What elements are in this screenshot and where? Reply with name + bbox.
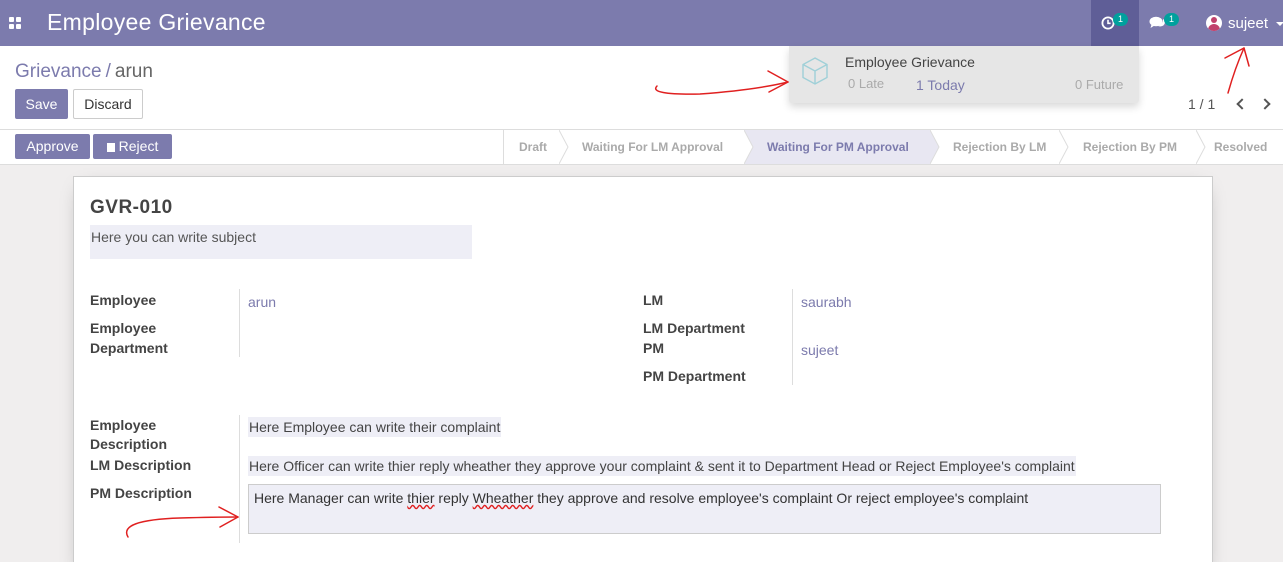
activity-item-title[interactable]: Employee Grievance: [845, 54, 975, 70]
pm-description-text: reply: [434, 490, 473, 506]
cube-icon: [802, 57, 828, 85]
breadcrumb: Grievance / arun: [15, 61, 153, 83]
employee-value[interactable]: arun: [248, 292, 276, 312]
pm-description-text: Here Manager can write: [254, 490, 408, 506]
activity-future-filter[interactable]: 0 Future: [1075, 77, 1123, 92]
form-statusbar: Approve Reject Draft Waiting For LM Appr…: [0, 130, 1283, 165]
breadcrumb-separator: /: [105, 61, 111, 82]
activity-dropdown: Employee Grievance 0 Late 1 Today 0 Futu…: [789, 46, 1139, 103]
archive-icon: [106, 143, 115, 152]
pm-department-label: PM Department: [643, 368, 746, 384]
grievance-reference: GVR-010: [90, 197, 173, 218]
breadcrumb-current: arun: [114, 61, 153, 82]
user-name: sujeet: [1228, 15, 1269, 32]
messages-menu-button[interactable]: 1: [1139, 0, 1195, 46]
activity-late-filter[interactable]: 0 Late: [848, 76, 884, 91]
activity-menu-button[interactable]: 1: [1091, 0, 1139, 46]
discard-button[interactable]: Discard: [73, 89, 143, 119]
stage-pipeline: Draft Waiting For LM Approval Waiting Fo…: [503, 130, 1267, 164]
form-sheet: GVR-010 Here you can write subject Emplo…: [73, 176, 1213, 562]
employee-description-value: Here Employee can write their complaint: [248, 417, 502, 437]
pm-description-misspelled: Wheather: [472, 490, 534, 506]
lm-description-value: Here Officer can write thier reply wheat…: [248, 456, 1076, 476]
employee-description-label-line1: Employee: [90, 417, 157, 433]
subject-field[interactable]: Here you can write subject: [90, 225, 472, 259]
approve-button[interactable]: Approve: [15, 134, 90, 159]
user-avatar-icon: [1206, 15, 1222, 31]
app-title: Employee Grievance: [47, 9, 266, 35]
stage-draft: Draft: [519, 140, 548, 154]
reject-button[interactable]: Reject: [93, 134, 172, 159]
employee-department-label-line1: Employee: [90, 320, 157, 336]
caret-down-icon: [1276, 22, 1283, 26]
stage-waiting-lm-approval: Waiting For LM Approval: [582, 140, 724, 154]
apps-menu-icon[interactable]: [9, 17, 21, 29]
lm-department-label: LM Department: [643, 320, 745, 336]
employee-department-label-line2: Department: [90, 340, 168, 356]
field-divider: [239, 415, 240, 543]
lm-description-label: LM Description: [90, 457, 192, 473]
employee-description-label: Employee Description: [90, 416, 167, 454]
pm-value[interactable]: sujeet: [801, 340, 838, 360]
pm-description-input[interactable]: Here Manager can write thier reply Wheat…: [248, 484, 1161, 534]
activity-today-filter[interactable]: 1 Today: [916, 77, 965, 93]
stage-rejection-by-pm: Rejection By PM: [1083, 140, 1178, 154]
reject-button-label: Reject: [118, 138, 159, 154]
pm-description-text: they approve and resolve employee's comp…: [533, 490, 1029, 506]
employee-department-label: Employee Department: [90, 318, 168, 358]
pager-value: 1 / 1: [1188, 96, 1216, 112]
pager-previous-icon[interactable]: [1236, 98, 1248, 110]
lm-value[interactable]: saurabh: [801, 292, 852, 312]
lm-label: LM: [643, 292, 664, 308]
employee-label: Employee: [90, 292, 157, 308]
pm-description-misspelled: thier: [407, 490, 435, 506]
activity-count-badge: 1: [1113, 13, 1128, 26]
breadcrumb-parent-link[interactable]: Grievance: [15, 61, 102, 82]
pm-label: PM: [643, 340, 664, 356]
field-divider: [792, 289, 793, 385]
employee-description-label-line2: Description: [90, 436, 168, 452]
pm-description-label: PM Description: [90, 485, 192, 501]
save-button[interactable]: Save: [15, 89, 68, 119]
pager-next-icon[interactable]: [1259, 98, 1271, 110]
top-navbar: Employee Grievance 1 1 sujeet: [0, 0, 1283, 46]
field-divider: [239, 289, 240, 357]
user-menu[interactable]: sujeet: [1200, 0, 1283, 46]
stage-waiting-pm-approval: Waiting For PM Approval: [744, 130, 930, 164]
messages-count-badge: 1: [1164, 13, 1179, 26]
stage-resolved: Resolved: [1214, 140, 1268, 154]
stage-rejection-by-lm: Rejection By LM: [953, 140, 1047, 154]
stage-separator: [744, 130, 754, 164]
